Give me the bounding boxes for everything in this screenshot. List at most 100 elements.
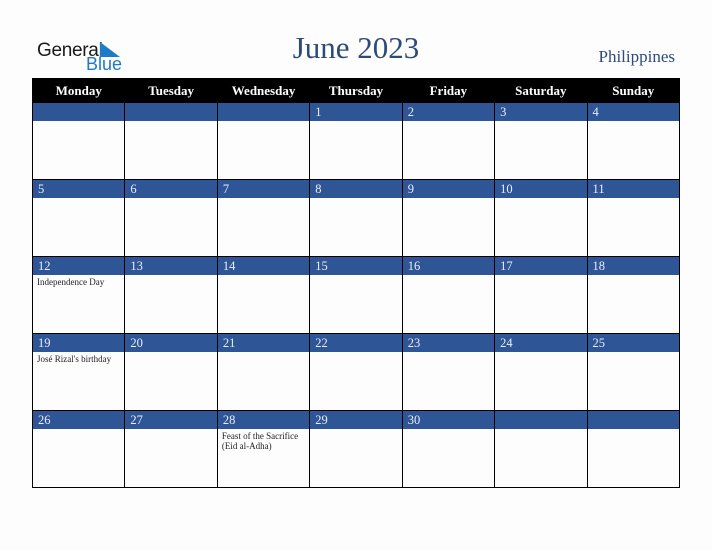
day-cell[interactable]: 17 [494, 256, 588, 334]
weekday-header: Wednesday [216, 78, 311, 103]
day-cell-content [217, 103, 310, 179]
day-number: 10 [495, 180, 587, 198]
week-row: 1234 [31, 102, 681, 180]
holiday-event [125, 121, 216, 123]
day-cell-content: 18 [587, 257, 679, 333]
day-cell[interactable]: 18 [586, 256, 681, 334]
holiday-event [310, 121, 401, 123]
day-cell[interactable]: 29 [309, 410, 403, 488]
day-cell[interactable]: 23 [401, 333, 496, 411]
day-number: 29 [310, 411, 402, 429]
day-number: 9 [402, 180, 495, 198]
holiday-event [33, 429, 124, 431]
day-cell[interactable]: 6 [124, 179, 218, 257]
day-cell[interactable] [124, 102, 218, 180]
day-cell-content: 23 [402, 334, 495, 410]
holiday-event [125, 352, 216, 354]
day-number [33, 103, 125, 121]
day-cell-content: 28 Feast of the Sacrifice (Eid al-Adha) [217, 411, 310, 487]
day-cell[interactable]: 10 [494, 179, 588, 257]
day-number: 13 [125, 257, 217, 275]
weekday-header: Saturday [494, 78, 588, 103]
day-cell-content [495, 411, 587, 487]
day-number: 30 [402, 411, 495, 429]
holiday-event [588, 429, 679, 431]
holiday-event [125, 275, 216, 277]
day-number: 28 [217, 411, 310, 429]
day-cell[interactable]: 12 Independence Day [31, 256, 126, 334]
day-cell[interactable]: 5 [31, 179, 126, 257]
holiday-event [495, 352, 586, 354]
holiday-event [125, 198, 216, 200]
day-cell[interactable]: 27 [124, 410, 218, 488]
day-cell-content: 25 [587, 334, 679, 410]
day-number: 27 [125, 411, 217, 429]
day-cell[interactable]: 11 [586, 179, 681, 257]
day-cell[interactable]: 24 [494, 333, 588, 411]
day-cell-content: 6 [125, 180, 217, 256]
day-cell[interactable] [31, 102, 126, 180]
day-number: 8 [310, 180, 402, 198]
day-number: 14 [217, 257, 310, 275]
day-number: 5 [33, 180, 125, 198]
day-cell[interactable]: 9 [401, 179, 496, 257]
holiday-event [588, 352, 679, 354]
day-cell[interactable] [494, 410, 588, 488]
day-cell[interactable]: 25 [586, 333, 681, 411]
day-cell[interactable]: 26 [31, 410, 126, 488]
day-number: 23 [402, 334, 495, 352]
day-cell[interactable] [586, 410, 681, 488]
day-cell-content: 11 [587, 180, 679, 256]
day-number: 4 [587, 103, 679, 121]
day-cell-content [587, 411, 679, 487]
week-row: 26 27 28 Feast of the Sacrifice (Eid al-Adh… [31, 410, 681, 488]
day-cell[interactable]: 4 [586, 102, 681, 180]
holiday-event [403, 429, 494, 431]
day-number: 6 [125, 180, 217, 198]
day-number: 25 [587, 334, 679, 352]
holiday-event [495, 121, 586, 123]
weekday-header: Tuesday [124, 78, 218, 103]
day-cell-content: 12 Independence Day [33, 257, 125, 333]
holiday-event: Feast of the Sacrifice (Eid al-Adha) [221, 431, 299, 451]
day-cell[interactable]: 20 [124, 333, 218, 411]
day-cell-content: 4 [587, 103, 679, 179]
day-cell-content: 29 [310, 411, 402, 487]
day-cell[interactable]: 13 [124, 256, 218, 334]
day-cell[interactable]: 15 [309, 256, 403, 334]
day-number: 3 [495, 103, 587, 121]
day-cell-content: 20 [125, 334, 217, 410]
day-cell[interactable]: 14 [216, 256, 311, 334]
day-cell-content: 14 [217, 257, 310, 333]
day-cell[interactable]: 3 [494, 102, 588, 180]
day-cell[interactable]: 8 [309, 179, 403, 257]
day-cell[interactable]: 21 [216, 333, 311, 411]
day-cell-content: 9 [402, 180, 495, 256]
day-cell[interactable]: 30 [401, 410, 496, 488]
holiday-event: José Rizal's birthday [37, 354, 112, 364]
holiday-event [403, 275, 494, 277]
day-number: 16 [402, 257, 495, 275]
day-number: 11 [587, 180, 679, 198]
holiday-event [125, 429, 216, 431]
day-cell[interactable]: 19 José Rizal's birthday [31, 333, 126, 411]
holiday-event [218, 275, 309, 277]
week-row: 12 Independence Day 13 14 15 16 17 18 [31, 256, 681, 334]
day-cell-content: 30 [402, 411, 495, 487]
day-cell[interactable]: 16 [401, 256, 496, 334]
day-cell[interactable]: 7 [216, 179, 311, 257]
day-number: 21 [217, 334, 310, 352]
holiday-event [403, 121, 494, 123]
week-row: 5 6 7 8 9 10 11 [31, 179, 681, 257]
holiday-event [495, 198, 586, 200]
day-number: 1 [310, 103, 402, 121]
day-cell[interactable]: 22 [309, 333, 403, 411]
day-number [125, 103, 217, 121]
day-cell[interactable] [216, 102, 311, 180]
weekday-header: Friday [401, 78, 496, 103]
holiday-event [218, 352, 309, 354]
day-number: 22 [310, 334, 402, 352]
day-cell[interactable]: 2 [401, 102, 496, 180]
day-cell[interactable]: 28 Feast of the Sacrifice (Eid al-Adha) [216, 410, 311, 488]
day-cell[interactable]: 1 [309, 102, 403, 180]
